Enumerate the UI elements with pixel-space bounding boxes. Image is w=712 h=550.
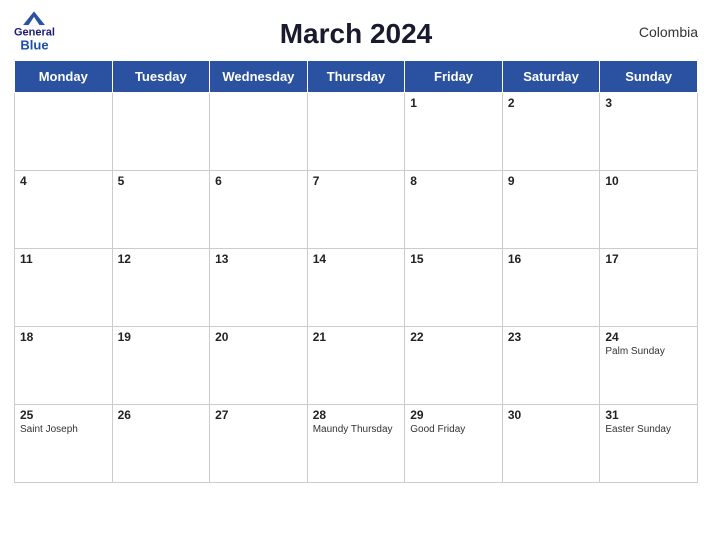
day-number: 22: [410, 330, 497, 344]
calendar-cell-w4d5: 22: [405, 327, 503, 405]
holiday-name: Palm Sunday: [605, 346, 692, 357]
day-number: 19: [118, 330, 205, 344]
calendar-cell-w5d1: 25 Saint Joseph: [15, 405, 113, 483]
calendar-cell-w5d2: 26: [112, 405, 210, 483]
calendar-cell-w1d3: [210, 93, 308, 171]
holiday-name: Saint Joseph: [20, 424, 107, 435]
calendar-table: Monday Tuesday Wednesday Thursday Friday…: [14, 60, 698, 483]
day-number: 11: [20, 252, 107, 266]
day-number: 31: [605, 408, 692, 422]
day-number: 5: [118, 174, 205, 188]
header-sunday: Sunday: [600, 61, 698, 93]
calendar-cell-w4d3: 20: [210, 327, 308, 405]
calendar-week-row-4: 18 19 20 21 22 23 24 Palm Sunday: [15, 327, 698, 405]
day-number: 2: [508, 96, 595, 110]
header-tuesday: Tuesday: [112, 61, 210, 93]
calendar-cell-w5d4: 28 Maundy Thursday: [307, 405, 405, 483]
day-number: 13: [215, 252, 302, 266]
calendar-cell-w1d6: 2: [502, 93, 600, 171]
holiday-name: Maundy Thursday: [313, 424, 400, 435]
day-number: 3: [605, 96, 692, 110]
day-number: 27: [215, 408, 302, 422]
day-number: 8: [410, 174, 497, 188]
day-number: 28: [313, 408, 400, 422]
calendar-cell-w1d2: [112, 93, 210, 171]
calendar-cell-w1d1: [15, 93, 113, 171]
logo-blue-text: Blue: [20, 38, 48, 52]
day-number: 18: [20, 330, 107, 344]
day-number: 17: [605, 252, 692, 266]
calendar-country: Colombia: [639, 24, 698, 40]
calendar-cell-w2d5: 8: [405, 171, 503, 249]
calendar-cell-w1d5: 1: [405, 93, 503, 171]
calendar-cell-w4d1: 18: [15, 327, 113, 405]
calendar-cell-w1d7: 3: [600, 93, 698, 171]
header-thursday: Thursday: [307, 61, 405, 93]
calendar-cell-w5d3: 27: [210, 405, 308, 483]
header-saturday: Saturday: [502, 61, 600, 93]
generalblue-logo-icon: [23, 11, 45, 25]
calendar-cell-w3d6: 16: [502, 249, 600, 327]
calendar-cell-w4d6: 23: [502, 327, 600, 405]
calendar-cell-w5d5: 29 Good Friday: [405, 405, 503, 483]
day-number: 25: [20, 408, 107, 422]
calendar-week-row-3: 11 12 13 14 15 16 17: [15, 249, 698, 327]
holiday-name: Easter Sunday: [605, 424, 692, 435]
day-number: 4: [20, 174, 107, 188]
header-monday: Monday: [15, 61, 113, 93]
day-number: 29: [410, 408, 497, 422]
day-number: 24: [605, 330, 692, 344]
calendar-cell-w2d1: 4: [15, 171, 113, 249]
calendar-header: General Blue March 2024 Colombia: [14, 10, 698, 54]
calendar-cell-w2d6: 9: [502, 171, 600, 249]
calendar-cell-w2d7: 10: [600, 171, 698, 249]
calendar-cell-w4d7: 24 Palm Sunday: [600, 327, 698, 405]
day-number: 23: [508, 330, 595, 344]
day-number: 10: [605, 174, 692, 188]
day-number: 9: [508, 174, 595, 188]
holiday-name: Good Friday: [410, 424, 497, 435]
day-number: 20: [215, 330, 302, 344]
calendar-cell-w3d5: 15: [405, 249, 503, 327]
day-number: 15: [410, 252, 497, 266]
calendar-cell-w3d7: 17: [600, 249, 698, 327]
calendar-week-row-5: 25 Saint Joseph 26 27 28 Maundy Thursday 29 Goo…: [15, 405, 698, 483]
calendar-cell-w2d2: 5: [112, 171, 210, 249]
calendar-cell-w5d7: 31 Easter Sunday: [600, 405, 698, 483]
calendar-week-row-2: 456789 10: [15, 171, 698, 249]
header-friday: Friday: [405, 61, 503, 93]
day-number: 7: [313, 174, 400, 188]
calendar-cell-w5d6: 30: [502, 405, 600, 483]
day-number: 26: [118, 408, 205, 422]
calendar-week-row-1: 123: [15, 93, 698, 171]
day-number: 6: [215, 174, 302, 188]
calendar-cell-w1d4: [307, 93, 405, 171]
calendar-container: General Blue March 2024 Colombia Monday …: [0, 0, 712, 550]
calendar-cell-w3d1: 11: [15, 249, 113, 327]
calendar-cell-w4d4: 21: [307, 327, 405, 405]
header-wednesday: Wednesday: [210, 61, 308, 93]
calendar-cell-w2d4: 7: [307, 171, 405, 249]
calendar-cell-w3d3: 13: [210, 249, 308, 327]
calendar-cell-w2d3: 6: [210, 171, 308, 249]
calendar-title: March 2024: [280, 18, 433, 50]
calendar-cell-w3d4: 14: [307, 249, 405, 327]
day-number: 16: [508, 252, 595, 266]
day-number: 14: [313, 252, 400, 266]
calendar-body: 123456789101112131415161718192021222324P…: [15, 93, 698, 483]
calendar-cell-w3d2: 12: [112, 249, 210, 327]
weekday-header-row: Monday Tuesday Wednesday Thursday Friday…: [15, 61, 698, 93]
day-number: 1: [410, 96, 497, 110]
logo-area: General Blue: [14, 11, 55, 52]
day-number: 30: [508, 408, 595, 422]
calendar-cell-w4d2: 19: [112, 327, 210, 405]
day-number: 12: [118, 252, 205, 266]
day-number: 21: [313, 330, 400, 344]
